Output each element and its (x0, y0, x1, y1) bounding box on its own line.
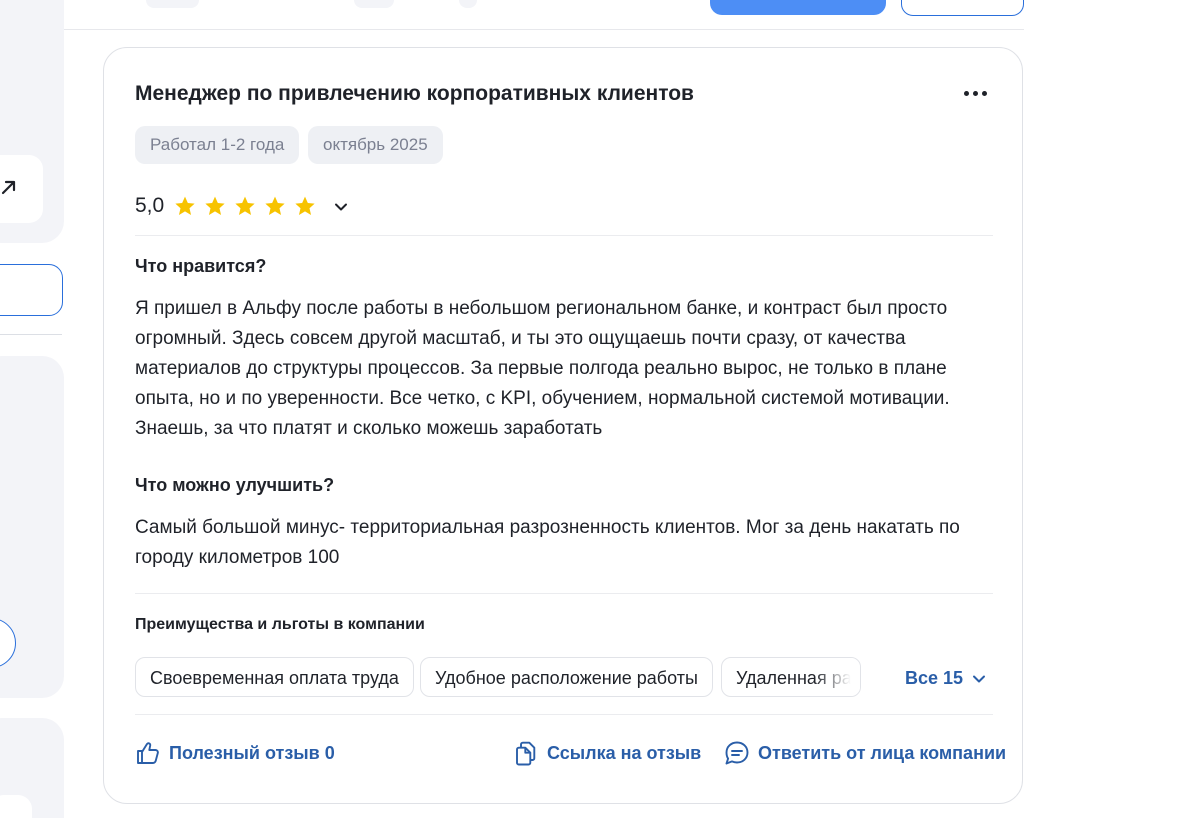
likes-text: Я пришел в Альфу после работы в небольшо… (135, 298, 950, 439)
section-divider (135, 593, 993, 594)
sidebar-outline-button[interactable] (0, 264, 63, 316)
top-filter-chip[interactable] (354, 0, 394, 8)
chevron-down-icon (973, 675, 986, 682)
sidebar-divider (0, 334, 62, 335)
section-divider (135, 235, 993, 236)
arrow-up-right-icon (1, 180, 16, 195)
likes-heading: Что нравится? (135, 256, 267, 276)
show-all-label: Все 15 (905, 668, 964, 688)
reply-label: Ответить от лица компании (758, 742, 1007, 763)
top-filter-chip[interactable] (0, 0, 38, 8)
tag-experience: Работал 1-2 года (135, 126, 300, 164)
benefit-chip: Удобное расположение работы (420, 657, 713, 697)
top-filter-chip[interactable] (459, 0, 477, 8)
show-all-benefits-button[interactable]: Все 15 (905, 668, 987, 689)
copy-icon (516, 741, 536, 766)
rating-stars (174, 195, 316, 217)
chip-fade (814, 658, 860, 696)
more-dots-icon (963, 90, 969, 96)
helpful-button[interactable]: Полезный отзыв 0 (135, 740, 335, 766)
helpful-label: Полезный отзыв 0 (169, 742, 335, 763)
more-options-button[interactable] (960, 81, 990, 105)
sidebar-tile-bottom (0, 795, 32, 818)
rating-value: 5,0 (135, 194, 165, 217)
star-icon (175, 196, 195, 215)
chevron-down-icon[interactable] (332, 198, 350, 216)
reply-as-company-button[interactable]: Ответить от лица компании (724, 740, 1006, 766)
star-icon (235, 196, 255, 215)
star-icon (265, 196, 285, 215)
top-filter-chip[interactable] (146, 0, 199, 8)
star-icon (295, 196, 315, 215)
toolbar-divider (64, 29, 1024, 30)
copy-link-label: Ссылка на отзыв (547, 742, 702, 763)
benefits-heading: Преимущества и льготы в компании (135, 616, 425, 633)
benefit-chip: Своевременная оплата труда (135, 657, 414, 697)
improve-heading: Что можно улучшить? (135, 475, 335, 495)
benefit-chip: Удаленная раб (721, 657, 861, 697)
top-primary-button[interactable] (710, 0, 886, 15)
star-icon (205, 196, 225, 215)
review-card: Менеджер по привлечению корпоративных кл… (103, 47, 1023, 804)
tag-date: октябрь 2025 (308, 126, 443, 164)
review-title: Менеджер по привлечению корпоративных кл… (135, 82, 694, 105)
copy-link-button[interactable]: Ссылка на отзыв (513, 740, 701, 766)
top-secondary-button[interactable] (901, 0, 1024, 16)
improve-text: Самый большой минус- территориальная раз… (135, 517, 960, 568)
chat-bubble-icon (725, 741, 749, 765)
thumbs-up-icon (137, 742, 159, 764)
section-divider (135, 714, 993, 715)
